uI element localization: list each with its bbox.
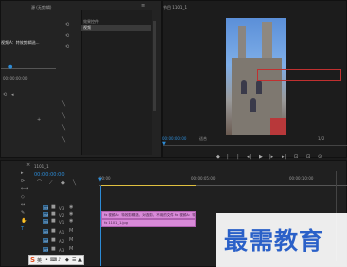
ime-mic-icon[interactable]: ♪	[58, 257, 61, 263]
panel-menu-icon[interactable]: ≡	[141, 4, 145, 9]
program-tab[interactable]: 节目 1101_1	[163, 5, 187, 11]
reset-icon-a[interactable]: ⟲	[65, 23, 69, 28]
ime-logo-icon[interactable]: S	[30, 256, 35, 264]
track-target-icon[interactable]: ■	[51, 219, 56, 224]
track-id: V2	[59, 213, 65, 218]
track-mute-icon[interactable]: M	[69, 229, 73, 234]
track-a3: A3 ■ A3 M	[1, 247, 99, 255]
reset-icon[interactable]: ⟲	[3, 93, 7, 98]
track-eye-icon[interactable]: ◉	[69, 205, 73, 210]
watermark-box: 最需教育	[216, 213, 347, 267]
ime-skin-icon[interactable]: ◆	[65, 257, 69, 263]
work-area-bar[interactable]	[101, 185, 196, 186]
track-mute-icon[interactable]: M	[69, 247, 73, 252]
reset-icon-c[interactable]: ⟲	[65, 45, 69, 50]
add-marker-icon[interactable]: ◆	[61, 181, 65, 186]
wrench-icon-2[interactable]: ╲	[62, 114, 65, 119]
list-item-label: 视频	[83, 25, 91, 30]
track-target-icon[interactable]: ■	[51, 212, 56, 217]
track-lock-icon[interactable]: V1	[43, 219, 48, 224]
wrench-icon-4[interactable]: ╲	[62, 138, 65, 143]
track-target-icon[interactable]: ■	[51, 247, 56, 252]
track-v1: V1 ■ V1 ◉	[1, 219, 99, 227]
track-id: A3	[59, 248, 65, 253]
scrollbar[interactable]	[153, 21, 156, 111]
watermark-text: 最需教育	[224, 226, 324, 255]
effect-controls-panel: 源 (无剪辑) ≡ 视频A：特效剪辑选... ● 00:00:00:00 ⟲ ◂…	[0, 0, 162, 158]
track-mute-icon[interactable]: M	[69, 238, 73, 243]
timeline-close-icon[interactable]: ×	[26, 163, 30, 168]
reset-icon-b[interactable]: ⟲	[65, 34, 69, 39]
ime-settings-icon[interactable]: ▲	[78, 257, 82, 263]
track-a2: A2 ■ A2 M	[1, 238, 99, 246]
resolution-dropdown[interactable]: 1/2	[318, 136, 324, 141]
track-target-icon[interactable]: ■	[51, 238, 56, 243]
wrench-icon-1[interactable]: ╲	[62, 102, 65, 107]
selection-box[interactable]	[257, 69, 341, 81]
ripple-edit-tool-icon[interactable]: ⟷	[21, 187, 28, 192]
playhead-icon[interactable]: ▼	[162, 142, 166, 147]
left-timecode: 00:00:00:00	[3, 76, 28, 81]
clip-v1[interactable]: fx 1101_1.jpg	[101, 219, 196, 227]
ime-punct-icon[interactable]: •	[45, 257, 48, 263]
snap-icon[interactable]: ⌒	[37, 181, 42, 186]
track-lock-icon[interactable]: V3	[43, 205, 48, 210]
razor-tool-icon[interactable]: ◇	[21, 195, 25, 200]
timeline-tab[interactable]: 1101_1	[34, 164, 49, 169]
keyframe-slider-icon[interactable]: ●	[8, 65, 12, 70]
timeline-timecode: 00:00:00:00	[34, 172, 65, 178]
track-eye-icon[interactable]: ◉	[69, 219, 73, 224]
track-id: V1	[59, 220, 65, 225]
linked-selection-icon[interactable]: ⟋	[49, 181, 53, 186]
selection-tool-icon[interactable]: ▸	[21, 171, 24, 176]
clip-v2[interactable]: fx 视频A：特效剪辑选，对选剪，不用的文件 fx 视频A：特效剪辑选，对选剪辑…	[101, 211, 196, 219]
track-a1: A1 ■ A1 M	[1, 229, 99, 237]
ime-lang-label[interactable]: 英	[37, 257, 42, 264]
ime-menu-icon[interactable]: ☰	[72, 257, 76, 263]
track-lock-icon[interactable]: V2	[43, 212, 48, 217]
track-eye-icon[interactable]: ◉	[69, 212, 73, 217]
fit-dropdown[interactable]: 适合	[199, 136, 207, 141]
track-id: V3	[59, 206, 65, 211]
left-text-1: 视频A：特效剪辑选...	[1, 40, 40, 45]
track-lock-icon[interactable]: A3	[43, 247, 48, 252]
track-lock-icon[interactable]: A2	[43, 238, 48, 243]
toggle-icon[interactable]: ◂	[11, 93, 14, 98]
program-monitor-panel: 节目 1101_1 00:00:00:00 适合 1/2 ▼ ◆ | | ◂| …	[162, 0, 347, 160]
track-target-icon[interactable]: ■	[51, 229, 56, 234]
list-item-video[interactable]: 视频	[81, 25, 151, 31]
timeline-playhead-icon[interactable]: ▼	[98, 178, 102, 183]
ime-keyboard-icon[interactable]: ⌨	[50, 257, 57, 263]
ruler-label-1: 00:00:05:00	[191, 176, 216, 181]
wrench-settings-icon[interactable]: ╲	[73, 181, 76, 186]
ime-toolbar: S 英 • ⌨ ♪ ◆ ☰ ▲	[28, 255, 84, 265]
ruler-label-2: 00:00:10:00	[289, 176, 314, 181]
track-lock-icon[interactable]: A1	[43, 229, 48, 234]
track-select-tool-icon[interactable]: ⊳	[21, 179, 25, 184]
source-tab[interactable]: 源 (无剪辑)	[31, 5, 51, 11]
track-target-icon[interactable]: ■	[51, 205, 56, 210]
list-header: 效果控件	[83, 19, 99, 24]
wrench-icon-3[interactable]: ╲	[62, 126, 65, 131]
cursor-icon: +	[37, 117, 42, 123]
track-id: A2	[59, 239, 65, 244]
track-id: A1	[59, 230, 65, 235]
